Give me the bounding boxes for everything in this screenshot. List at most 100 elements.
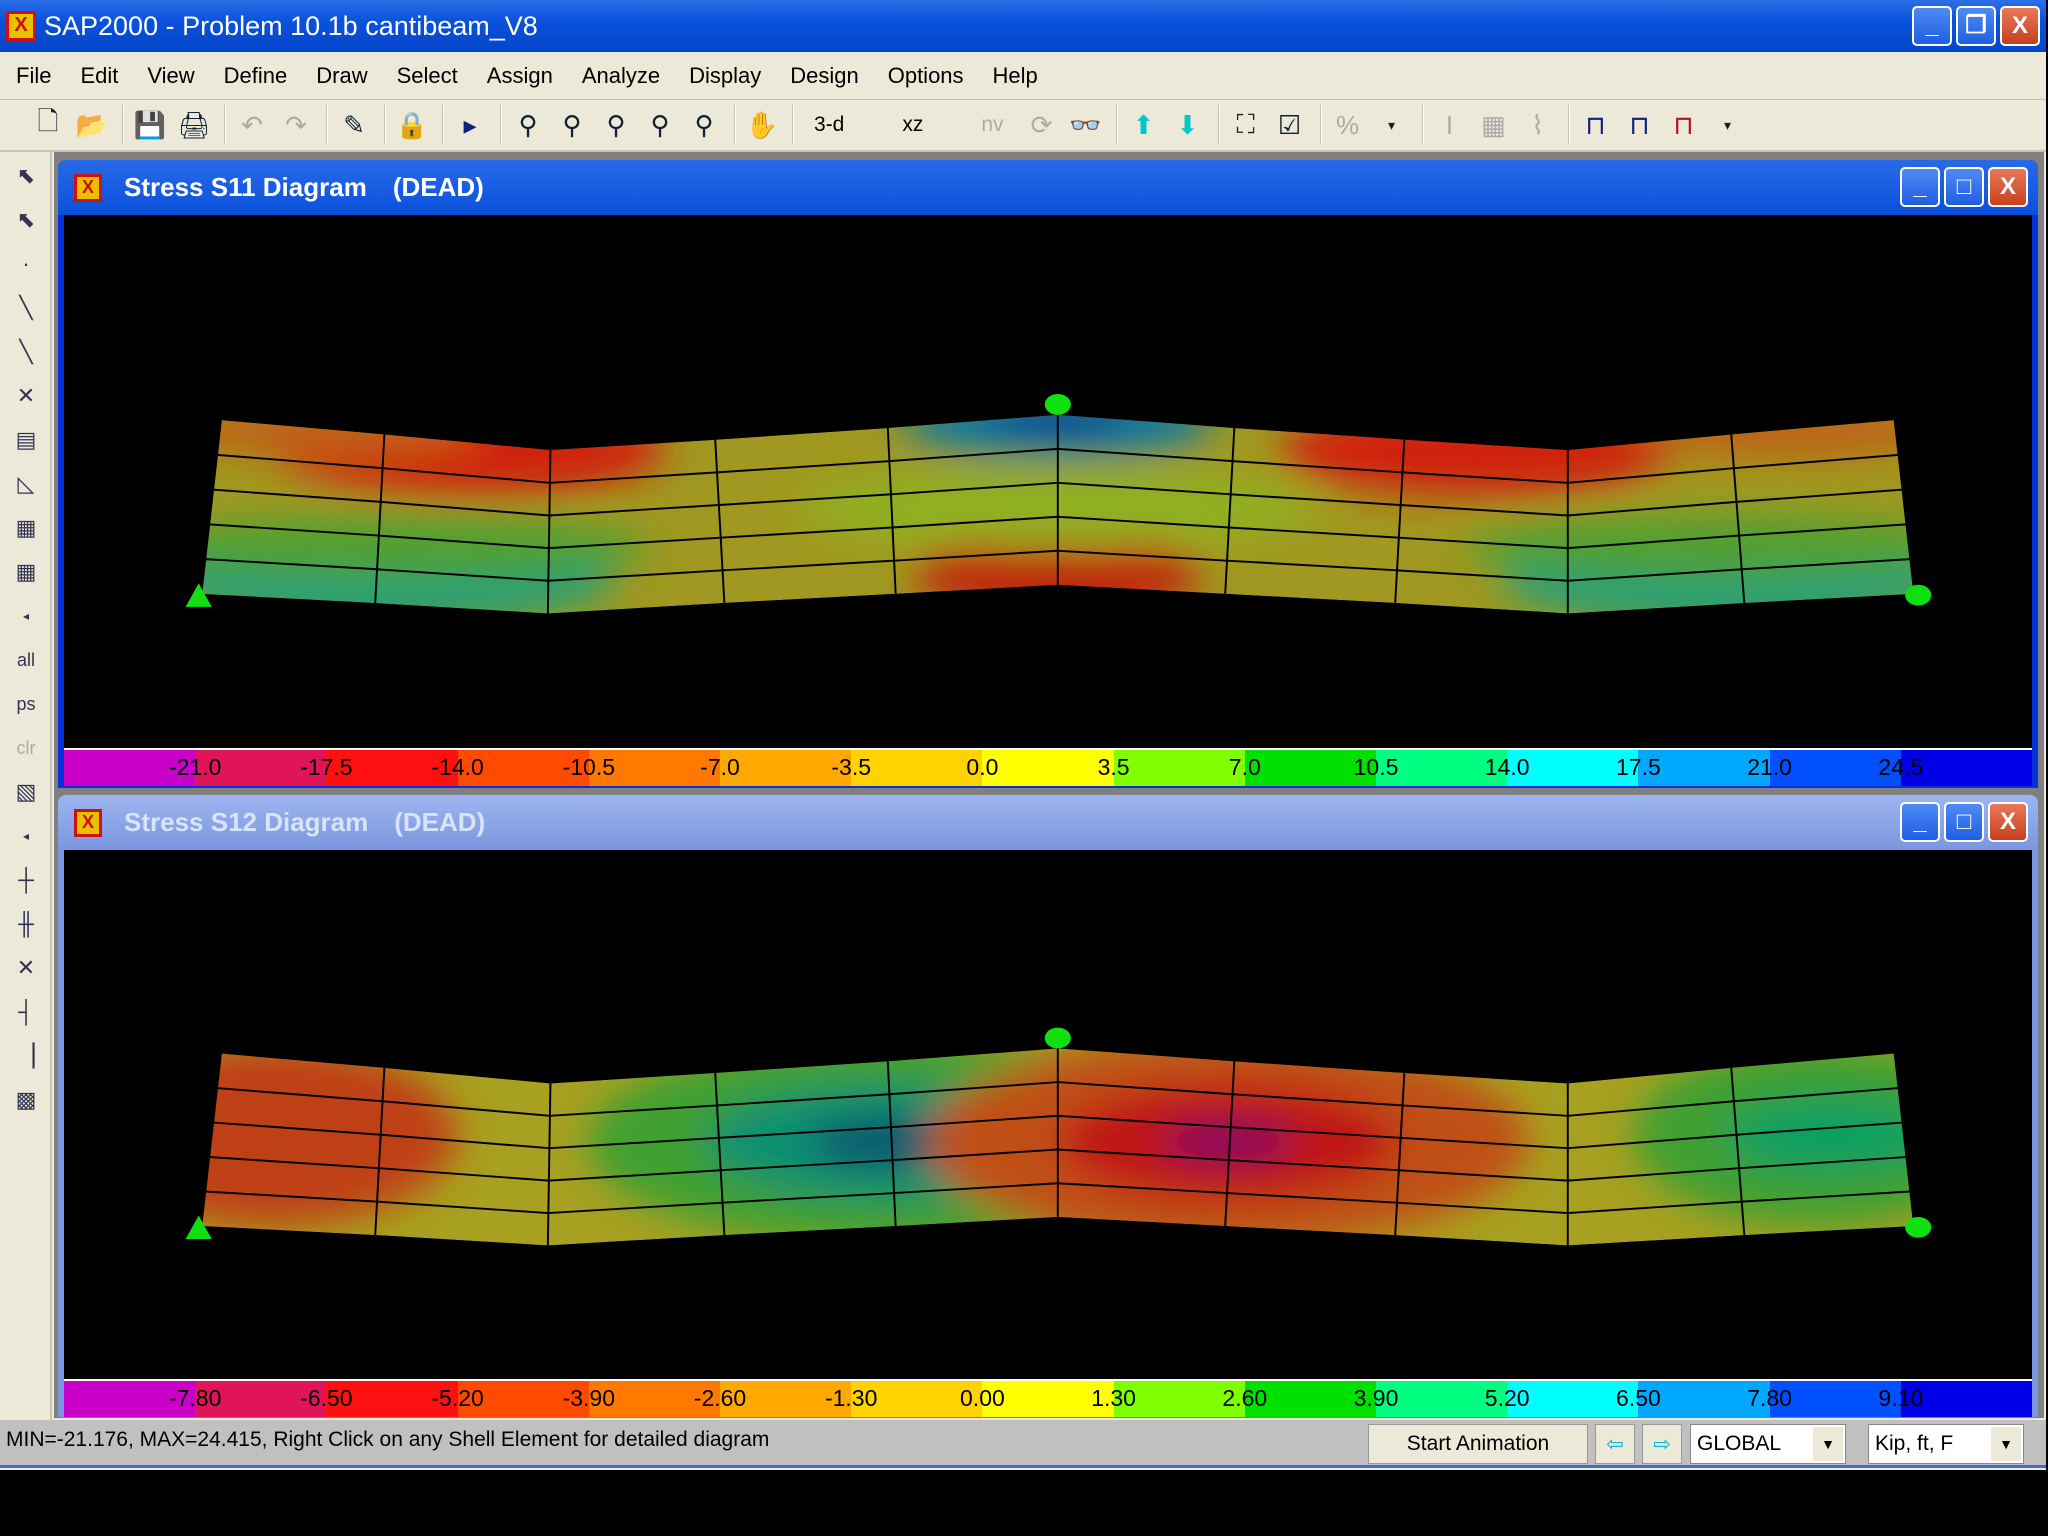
menu-draw[interactable]: Draw xyxy=(316,63,367,89)
section-icon[interactable]: I xyxy=(1430,105,1470,145)
select-all-button[interactable]: all xyxy=(6,640,46,680)
pan-icon[interactable]: ✋ xyxy=(742,105,782,145)
s12-diagram-window[interactable]: X Stress S12 Diagram (DEAD) _ □ X -7.80-… xyxy=(58,795,2038,1417)
draw-joint-icon[interactable]: · xyxy=(6,244,46,284)
window-close-button[interactable]: X xyxy=(1988,167,2028,207)
scroll-left-icon-2[interactable]: ◂ xyxy=(6,816,46,856)
window-minimize-button[interactable]: _ xyxy=(1900,802,1940,842)
color-scale-label: -3.90 xyxy=(562,1385,616,1411)
start-animation-button[interactable]: Start Animation xyxy=(1368,1424,1588,1464)
window-close-button[interactable]: X xyxy=(1988,802,2028,842)
shrink-objects-icon[interactable]: ⛶ xyxy=(1226,105,1266,145)
percent-icon[interactable]: % xyxy=(1328,105,1368,145)
menu-bar: File Edit View Define Draw Select Assign Analyz… xyxy=(0,52,2046,100)
sap-logo-icon: X xyxy=(6,11,36,41)
zoom-previous-icon[interactable]: ⚲ xyxy=(596,105,636,145)
draw-frame-icon[interactable]: ╲ xyxy=(6,288,46,328)
menu-display[interactable]: Display xyxy=(689,63,761,89)
draw-poly-area-icon[interactable]: ◺ xyxy=(6,464,46,504)
snap-midpoint-icon[interactable]: ╫ xyxy=(6,904,46,944)
color-scale-label: 0.00 xyxy=(960,1385,1005,1411)
move-down-icon[interactable]: ⬇ xyxy=(1168,105,1208,145)
chevron-down-icon[interactable]: ▼ xyxy=(1991,1427,2021,1461)
frame-hinge-icon[interactable]: ⊓ xyxy=(1620,105,1660,145)
menu-define[interactable]: Define xyxy=(224,63,288,89)
units-select[interactable]: Kip, ft, F ▼ xyxy=(1868,1424,2024,1464)
link-icon[interactable]: ⌇ xyxy=(1518,105,1558,145)
menu-help[interactable]: Help xyxy=(993,63,1038,89)
move-up-icon[interactable]: ⬆ xyxy=(1124,105,1164,145)
snap-joints-icon[interactable]: ┼ xyxy=(6,860,46,900)
zoom-out-icon[interactable]: ⚲ xyxy=(684,105,724,145)
draw-brace-icon[interactable]: ✕ xyxy=(6,376,46,416)
set-display-options-icon[interactable]: ☑ xyxy=(1270,105,1310,145)
frame-forces-icon[interactable]: ⊓ xyxy=(1664,105,1704,145)
menu-design[interactable]: Design xyxy=(790,63,858,89)
draw-rect-area-icon[interactable]: ▦ xyxy=(6,508,46,548)
perspective-icon[interactable]: 👓 xyxy=(1066,105,1106,145)
view-3d-button[interactable]: 3-d xyxy=(800,105,858,145)
window-maximize-button[interactable]: □ xyxy=(1944,802,1984,842)
minimize-button[interactable]: _ xyxy=(1912,6,1952,46)
s11-diagram-window[interactable]: X Stress S11 Diagram (DEAD) _ □ X -21.0-… xyxy=(58,160,2038,788)
new-file-icon[interactable]: 🗋 xyxy=(28,105,68,145)
menu-options[interactable]: Options xyxy=(888,63,964,89)
menu-view[interactable]: View xyxy=(147,63,194,89)
previous-selection-button[interactable]: ps xyxy=(6,684,46,724)
chevron-down-icon[interactable]: ▼ xyxy=(1813,1427,1843,1461)
clear-selection-button[interactable]: clr xyxy=(6,728,46,768)
coord-system-select[interactable]: GLOBAL ▼ xyxy=(1690,1424,1846,1464)
zoom-restore-icon[interactable]: ⚲ xyxy=(552,105,592,145)
units-value: Kip, ft, F xyxy=(1875,1432,1954,1455)
menu-assign[interactable]: Assign xyxy=(487,63,553,89)
scroll-left-icon[interactable]: ◂ xyxy=(6,596,46,636)
pencil-icon[interactable]: ✎ xyxy=(334,105,374,145)
run-analysis-icon[interactable]: ▸ xyxy=(450,105,490,145)
color-scale-label: 9.10 xyxy=(1878,1385,1924,1411)
contour-region xyxy=(1633,414,1915,457)
toolbar-overflow-icon[interactable]: ▾ xyxy=(1708,105,1748,145)
draw-section-cut-icon[interactable]: ▤ xyxy=(6,420,46,460)
zoom-in-icon[interactable]: ⚲ xyxy=(640,105,680,145)
view-nv-button[interactable]: nv xyxy=(967,105,1017,145)
snap-intersection-icon[interactable]: ✕ xyxy=(6,948,46,988)
restore-button[interactable]: ❐ xyxy=(1956,6,1996,46)
area-section-icon[interactable]: ▦ xyxy=(1474,105,1514,145)
color-scale-label: -3.5 xyxy=(831,754,872,780)
print-icon[interactable]: 🖨 xyxy=(174,105,214,145)
snap-perpendicular-icon[interactable]: ┤ xyxy=(6,992,46,1032)
color-scale-label: 3.90 xyxy=(1353,1385,1399,1411)
window-maximize-button[interactable]: □ xyxy=(1944,167,1984,207)
view-xz-button[interactable]: xz xyxy=(862,105,963,145)
toolbar-dropdown-icon[interactable]: ▾ xyxy=(1372,105,1412,145)
snap-grid-icon[interactable]: ▩ xyxy=(6,1080,46,1120)
quick-draw-frame-icon[interactable]: ╲ xyxy=(6,332,46,372)
menu-select[interactable]: Select xyxy=(397,63,458,89)
rotate-icon[interactable]: ⟳ xyxy=(1022,105,1062,145)
close-button[interactable]: X xyxy=(2000,6,2040,46)
open-folder-icon[interactable]: 📂 xyxy=(72,105,112,145)
reshape-icon[interactable]: ⬉ xyxy=(6,200,46,240)
intersecting-line-icon[interactable]: ▧ xyxy=(6,772,46,812)
menu-edit[interactable]: Edit xyxy=(80,63,118,89)
color-scale-label: 1.30 xyxy=(1091,1385,1136,1411)
s12-stress-contour-canvas[interactable] xyxy=(64,850,2032,1379)
snap-lines-icon[interactable]: ▕ xyxy=(6,1036,46,1076)
menu-analyze[interactable]: Analyze xyxy=(582,63,660,89)
window-minimize-button[interactable]: _ xyxy=(1900,167,1940,207)
lock-icon[interactable]: 🔒 xyxy=(392,105,432,145)
save-icon[interactable]: 💾 xyxy=(130,105,170,145)
pointer-icon[interactable]: ⬉ xyxy=(6,156,46,196)
s11-stress-contour-canvas[interactable] xyxy=(64,215,2032,748)
quick-draw-area-icon[interactable]: ▦ xyxy=(6,552,46,592)
frame-icon[interactable]: ⊓ xyxy=(1576,105,1616,145)
left-toolbar: ⬉ ⬉ · ╲ ╲ ✕ ▤ ◺ ▦ ▦ ◂ all ps clr ▧ ◂ ┼ ╫… xyxy=(0,152,52,1420)
color-scale-segment xyxy=(1113,750,1245,786)
previous-arrow-icon[interactable]: ⇦ xyxy=(1595,1424,1635,1464)
undo-icon[interactable]: ↶ xyxy=(232,105,272,145)
redo-icon[interactable]: ↷ xyxy=(276,105,316,145)
next-arrow-icon[interactable]: ⇨ xyxy=(1642,1424,1682,1464)
color-scale-label: -17.5 xyxy=(300,754,353,780)
zoom-window-icon[interactable]: ⚲ xyxy=(508,105,548,145)
menu-file[interactable]: File xyxy=(16,63,51,89)
